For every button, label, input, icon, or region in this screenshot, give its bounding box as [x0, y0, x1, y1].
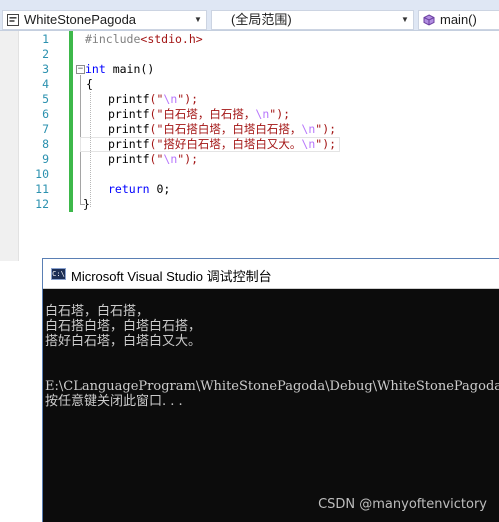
project-dropdown-value: WhiteStonePagoda — [24, 12, 137, 27]
string-open: (" — [149, 107, 164, 121]
return-value: 0; — [149, 182, 171, 196]
chevron-down-icon: ▼ — [194, 15, 202, 24]
escape-sequence: \n — [163, 152, 178, 166]
code-line-8: printf("搭好白石塔，白塔白又大。\n"); — [108, 137, 336, 152]
collapse-icon[interactable]: − — [76, 65, 85, 74]
line-number: 12 — [35, 197, 49, 211]
string-open: (" — [149, 92, 164, 106]
string-close: "); — [177, 92, 199, 106]
chevron-down-icon: ▼ — [401, 15, 409, 24]
function-signature: main() — [105, 62, 155, 76]
line-number: 10 — [35, 167, 49, 181]
printf-call: printf — [108, 107, 150, 121]
line-number: 5 — [42, 92, 49, 106]
string-open: (" — [149, 137, 164, 151]
printf-call: printf — [108, 137, 150, 151]
console-output-line: E:\CLanguageProgram\WhiteStonePagoda\Deb… — [45, 379, 499, 394]
line-number: 9 — [42, 152, 49, 166]
console-output-line: 按任意键关闭此窗口. . . — [45, 394, 183, 409]
line-number: 8 — [42, 137, 49, 151]
line-number: 1 — [42, 32, 49, 46]
code-line-9: printf("\n"); — [108, 152, 198, 167]
string-literal: 白石搭白塔，白塔白石搭， — [163, 122, 302, 136]
code-line-3: int main() — [85, 62, 154, 77]
string-open: (" — [149, 122, 164, 136]
string-close: "); — [315, 137, 337, 151]
debug-console-window[interactable]: C:\ Microsoft Visual Studio 调试控制台 白石塔，白石… — [42, 258, 499, 522]
keyword-return: return — [108, 182, 150, 196]
selection-margin — [0, 31, 19, 261]
line-number: 11 — [35, 182, 49, 196]
method-cube-icon — [423, 14, 435, 26]
console-title: Microsoft Visual Studio 调试控制台 — [71, 269, 272, 284]
close-brace: } — [83, 197, 90, 211]
console-output-line: 白石塔，白石搭， — [45, 304, 150, 319]
line-number: 7 — [42, 122, 49, 136]
scope-dropdown-value: (全局范围) — [231, 12, 292, 27]
watermark: CSDN @manyoftenvictory — [318, 497, 487, 512]
escape-sequence: \n — [255, 107, 270, 121]
line-number: 4 — [42, 77, 49, 91]
keyword-int: int — [85, 62, 106, 76]
printf-call: printf — [108, 92, 150, 106]
preprocessor-directive: #include — [85, 32, 141, 46]
change-tracking-bar — [69, 31, 73, 212]
open-brace: { — [86, 77, 93, 91]
code-line-7: printf("白石搭白塔，白塔白石搭，\n"); — [108, 122, 336, 137]
code-editor[interactable]: 1 2 3 4 5 6 7 8 9 10 11 12 − #include<st… — [0, 31, 499, 261]
escape-sequence: \n — [301, 137, 316, 151]
code-line-1: #include<stdio.h> — [85, 32, 203, 47]
code-line-4: { — [86, 77, 93, 92]
scope-dropdown[interactable]: (全局范围) ▼ — [211, 10, 414, 30]
string-close: "); — [315, 122, 337, 136]
member-dropdown[interactable]: main() — [418, 10, 499, 30]
console-title-bar[interactable]: C:\ Microsoft Visual Studio 调试控制台 — [43, 259, 499, 289]
project-icon — [7, 14, 19, 26]
string-close: "); — [269, 107, 291, 121]
line-number: 3 — [42, 62, 49, 76]
escape-sequence: \n — [163, 92, 178, 106]
string-close: "); — [177, 152, 199, 166]
console-output-line: 白石搭白塔，白塔白石搭， — [45, 319, 202, 334]
string-open: (" — [149, 152, 164, 166]
code-line-12: } — [83, 197, 90, 212]
navigation-bar: WhiteStonePagoda ▼ (全局范围) ▼ main() — [0, 0, 499, 31]
printf-call: printf — [108, 152, 150, 166]
include-header: <stdio.h> — [140, 32, 203, 46]
code-line-5: printf("\n"); — [108, 92, 198, 107]
line-number-gutter: 1 2 3 4 5 6 7 8 9 10 11 12 — [19, 31, 69, 261]
string-literal: 白石塔，白石搭， — [163, 107, 256, 121]
project-dropdown[interactable]: WhiteStonePagoda ▼ — [2, 10, 207, 30]
code-line-6: printf("白石塔，白石搭，\n"); — [108, 107, 290, 122]
console-output-line: 搭好白石塔，白塔白又大。 — [45, 334, 202, 349]
printf-call: printf — [108, 122, 150, 136]
line-number: 6 — [42, 107, 49, 121]
console-app-icon: C:\ — [51, 268, 66, 280]
escape-sequence: \n — [301, 122, 316, 136]
member-dropdown-value: main() — [440, 12, 477, 27]
line-number: 2 — [42, 47, 49, 61]
code-line-11: return 0; — [108, 182, 170, 197]
string-literal: 搭好白石塔，白塔白又大。 — [163, 137, 302, 151]
